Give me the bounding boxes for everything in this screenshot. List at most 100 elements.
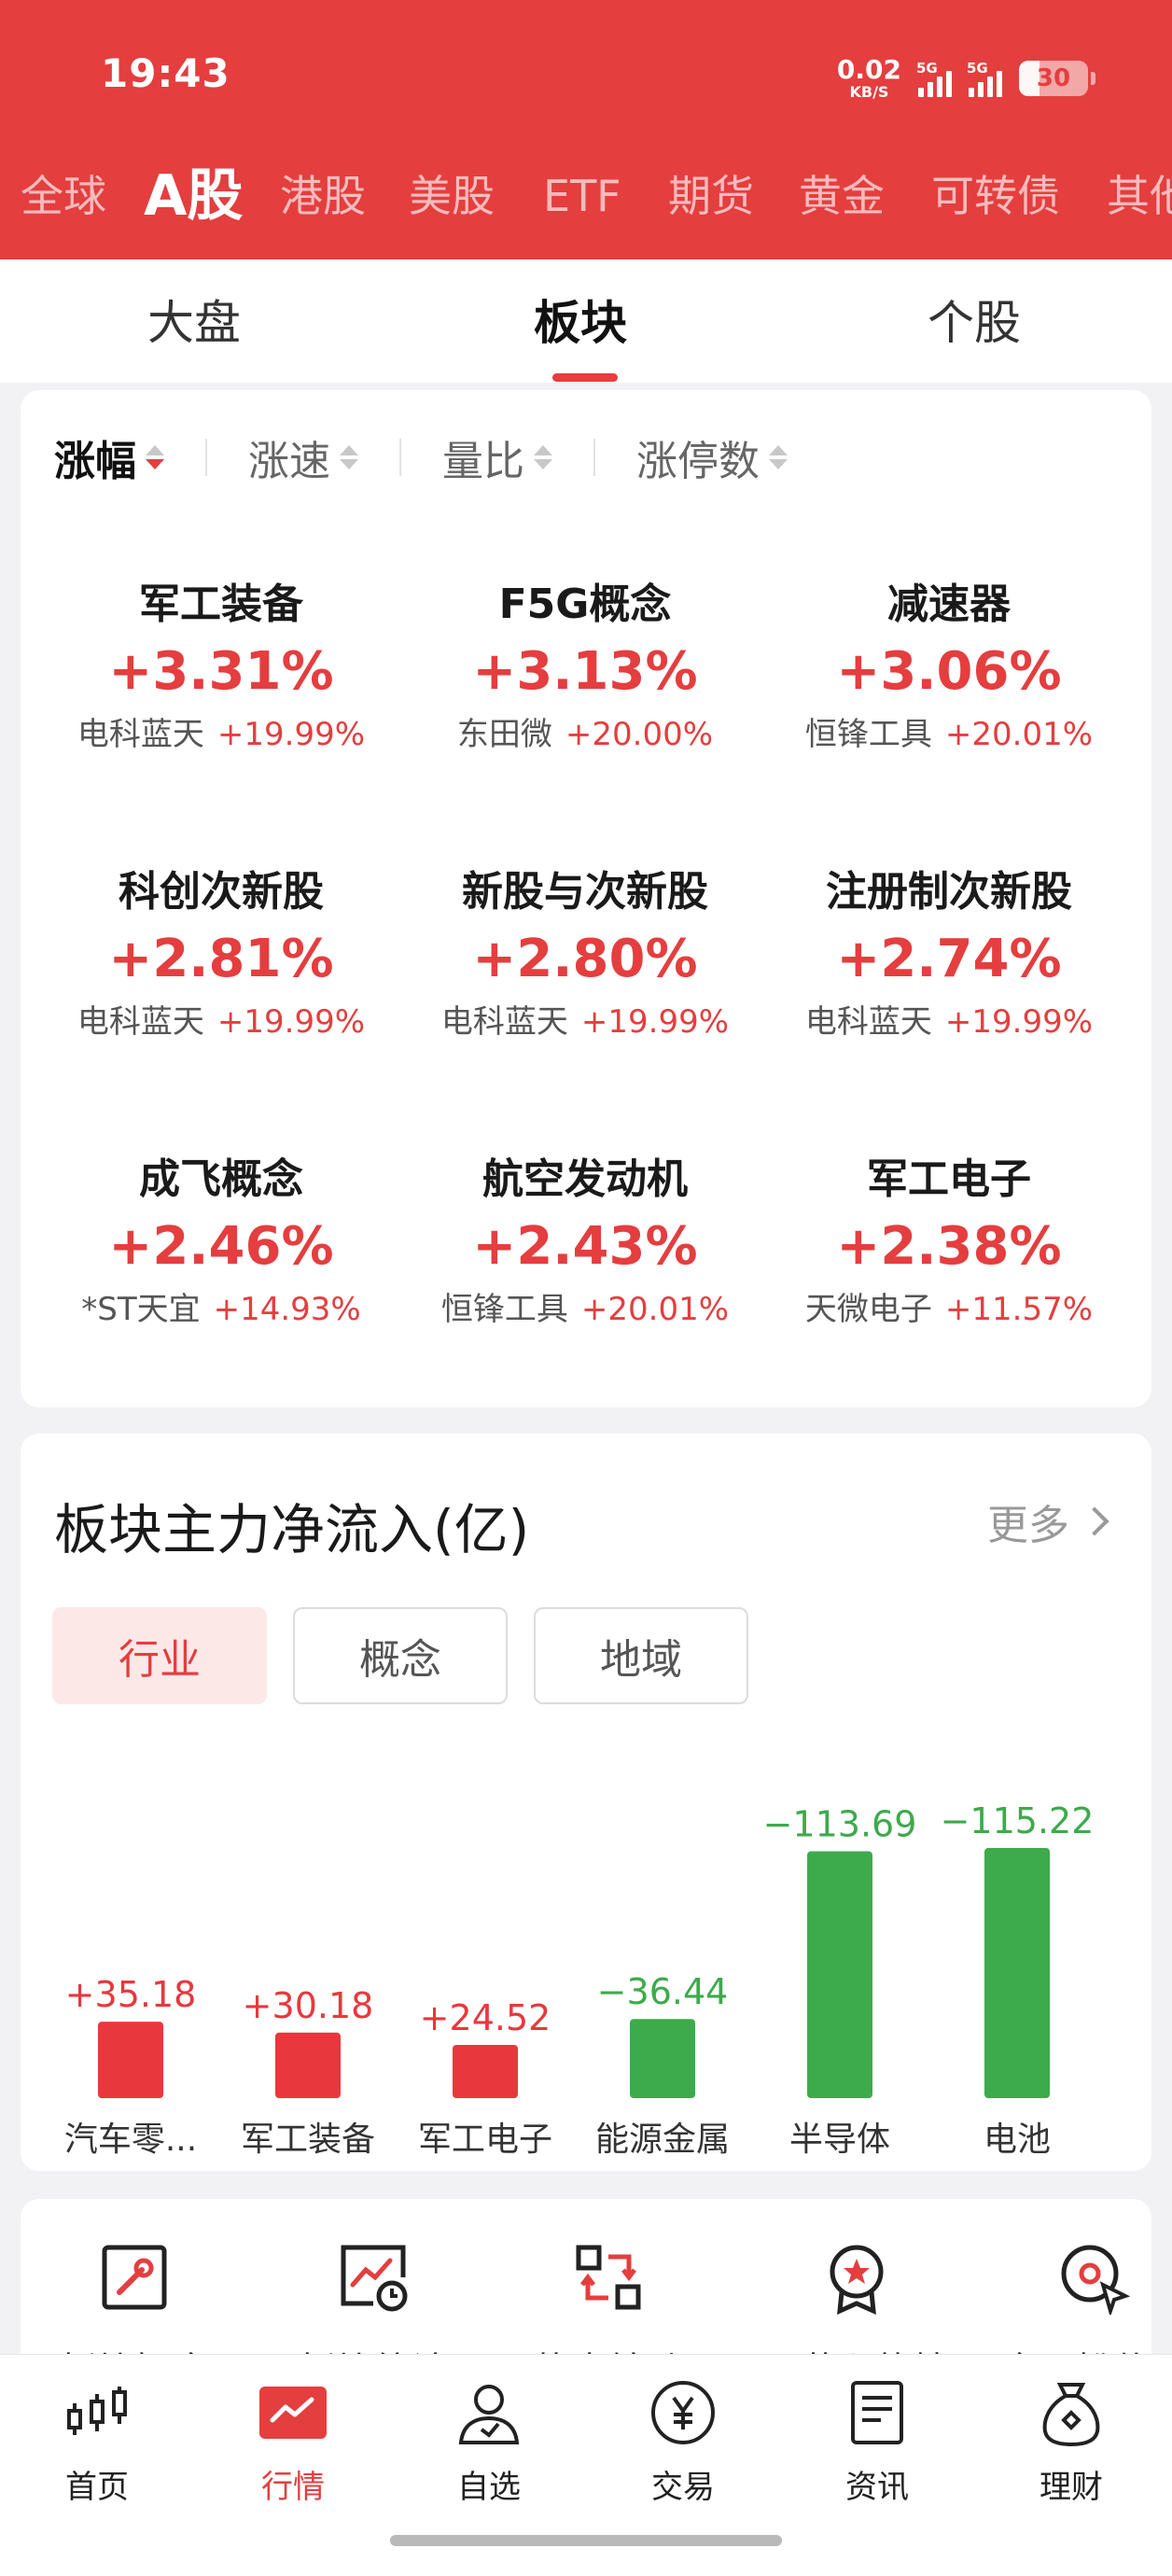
nav-wealth[interactable]: 理财 [987,2377,1155,2507]
search-target-icon [1061,2245,1131,2315]
sector-leader: 恒锋工具 +20.01% [804,716,1094,753]
sector-tile[interactable]: 军工电子 +2.38% 天微电子 +11.57% [767,1152,1131,1333]
sector-leader: 电科蓝天 +19.99% [77,716,366,753]
sector-change: +3.06% [836,641,1062,702]
market-tab-futures[interactable]: 期货 [668,157,754,235]
sector-tile[interactable]: 成飞概念 +2.46% *ST天宜 +14.93% [39,1152,403,1333]
sector-change: +2.74% [836,929,1062,989]
tab-concept[interactable]: 概念 [293,1607,508,1704]
tab-stock[interactable]: 个股 [928,286,1021,353]
market-tab-etf[interactable]: ETF [543,157,621,235]
board-gold-icon [102,2245,167,2310]
sort-arrows-icon [769,445,788,469]
bar-value-label-2: +24.52 [420,1997,551,2038]
bar-category-label-2: 军工电子 [418,2121,552,2159]
hot-list-icon [830,2245,884,2315]
bar-category-label-0: 汽车零... [64,2121,197,2159]
sector-name: 注册制次新股 [826,868,1072,916]
sector-name: 减速器 [887,581,1011,628]
sector-tile[interactable]: F5G概念 +3.13% 东田微 +20.00% [403,577,767,758]
sector-tile[interactable]: 军工装备 +3.31% 电科蓝天 +19.99% [39,577,403,758]
bar-2[interactable] [453,2044,518,2098]
sort-arrows-icon [340,445,358,469]
market-chart-icon [259,2387,327,2439]
nav-home[interactable]: 首页 [13,2377,181,2507]
chevron-right-icon [1080,1506,1109,1536]
divider [593,439,595,476]
net-inflow-bar-chart: +35.18 汽车零... +30.18 军工装备 +24.52 军工电子 −36.44 能源… [64,1800,1095,2159]
sector-tile[interactable]: 新股与次新股 +2.80% 电科蓝天 +19.99% [403,864,767,1045]
sector-tile[interactable]: 科创次新股 +2.81% 电科蓝天 +19.99% [39,864,403,1045]
sector-change: +3.13% [472,641,698,702]
market-tab-global[interactable]: 全球 [21,157,106,235]
nav-watchlist[interactable]: 自选 [405,2377,573,2507]
more-link[interactable]: 更多 [987,1491,1109,1551]
bar-1[interactable] [275,2032,341,2098]
sector-leader: 电科蓝天 +19.99% [440,1003,730,1041]
nav-label: 资讯 [845,2469,909,2506]
yen-coin-icon [651,2381,715,2444]
money-bag-icon [1042,2383,1100,2447]
status-time: 19:43 [101,50,230,96]
user-star-icon [458,2385,520,2444]
nav-market[interactable]: 行情 [209,2377,377,2507]
bar-category-label-4: 半导体 [789,2121,890,2159]
sector-name: 新股与次新股 [462,868,708,916]
market-tabs: 全球 A股 港股 美股 ETF 期货 黄金 可转债 其他 [0,157,1172,235]
tab-region[interactable]: 地域 [534,1607,748,1704]
sector-change: +2.46% [108,1216,334,1277]
sort-by-speed[interactable]: 涨速 [248,427,358,487]
sort-by-volume-ratio[interactable]: 量比 [442,427,552,487]
sector-name: 军工电子 [867,1155,1031,1203]
bar-value-label-5: −115.22 [941,1800,1095,1841]
tab-active-indicator [552,373,618,382]
sort-by-change[interactable]: 涨幅 [54,427,164,487]
tab-industry[interactable]: 行业 [52,1607,267,1704]
home-indicator[interactable] [390,2535,782,2546]
market-tab-convertible[interactable]: 可转债 [931,157,1060,235]
sector-change: +2.38% [836,1216,1062,1277]
candlestick-icon [67,2387,127,2435]
bar-0[interactable] [98,2022,163,2098]
market-tab-hk[interactable]: 港股 [280,157,366,235]
bar-3[interactable] [630,2019,695,2098]
sort-bar: 涨幅 涨速 量比 涨停数 [54,427,788,487]
sector-change: +3.31% [108,641,334,702]
divider [399,439,401,476]
app-header: 19:43 0.02 KB/S 5G 5G 30 全球 A股 港股 美股 ETF… [0,0,1172,259]
bar-5[interactable] [984,1848,1050,2098]
sector-change: +2.81% [108,929,334,989]
bar-category-label-1: 军工装备 [241,2121,375,2159]
nav-label: 行情 [261,2469,325,2506]
network-speed: 0.02 KB/S [837,57,901,100]
sort-by-limit-up-count[interactable]: 涨停数 [636,427,788,487]
hot-rotation-icon [576,2245,641,2310]
sector-tile[interactable]: 减速器 +3.06% 恒锋工具 +20.01% [767,577,1131,758]
tab-sector[interactable]: 板块 [534,286,627,353]
sector-leader: 恒锋工具 +20.01% [440,1291,730,1328]
market-tab-us[interactable]: 美股 [409,157,495,235]
sector-leader: 电科蓝天 +19.99% [77,1003,366,1041]
nav-label: 理财 [1039,2469,1103,2506]
market-tab-other[interactable]: 其他 [1107,157,1172,235]
signal-sim1-icon: 5G [916,60,952,97]
market-tab-gold[interactable]: 黄金 [799,157,885,235]
nav-news[interactable]: 资讯 [793,2377,961,2507]
status-icons: 0.02 KB/S 5G 5G 30 [837,50,1095,106]
sector-tile[interactable]: 注册制次新股 +2.74% 电科蓝天 +19.99% [767,864,1131,1045]
bar-value-label-3: −36.44 [597,1971,729,2012]
sector-leader: 东田微 +20.00% [456,716,714,753]
sector-name: F5G概念 [498,581,672,628]
battery-level: 30 [1036,64,1071,92]
bar-value-label-1: +30.18 [243,1985,374,2026]
market-tab-a-share[interactable]: A股 [144,157,243,235]
sector-name: 科创次新股 [119,868,324,916]
sub-tabs: 大盘 板块 个股 [0,259,1172,383]
sector-net-inflow-card: 板块主力净流入(亿) 更多 行业 概念 地域 +35.18 汽车零... +30.1… [21,1434,1151,2171]
tab-overview[interactable]: 大盘 [147,286,241,353]
bar-4[interactable] [807,1851,872,2098]
sector-tile[interactable]: 航空发动机 +2.43% 恒锋工具 +20.01% [403,1152,767,1333]
nav-trade[interactable]: 交易 [599,2377,767,2507]
sort-arrows-icon [534,445,552,469]
divider [205,439,207,476]
